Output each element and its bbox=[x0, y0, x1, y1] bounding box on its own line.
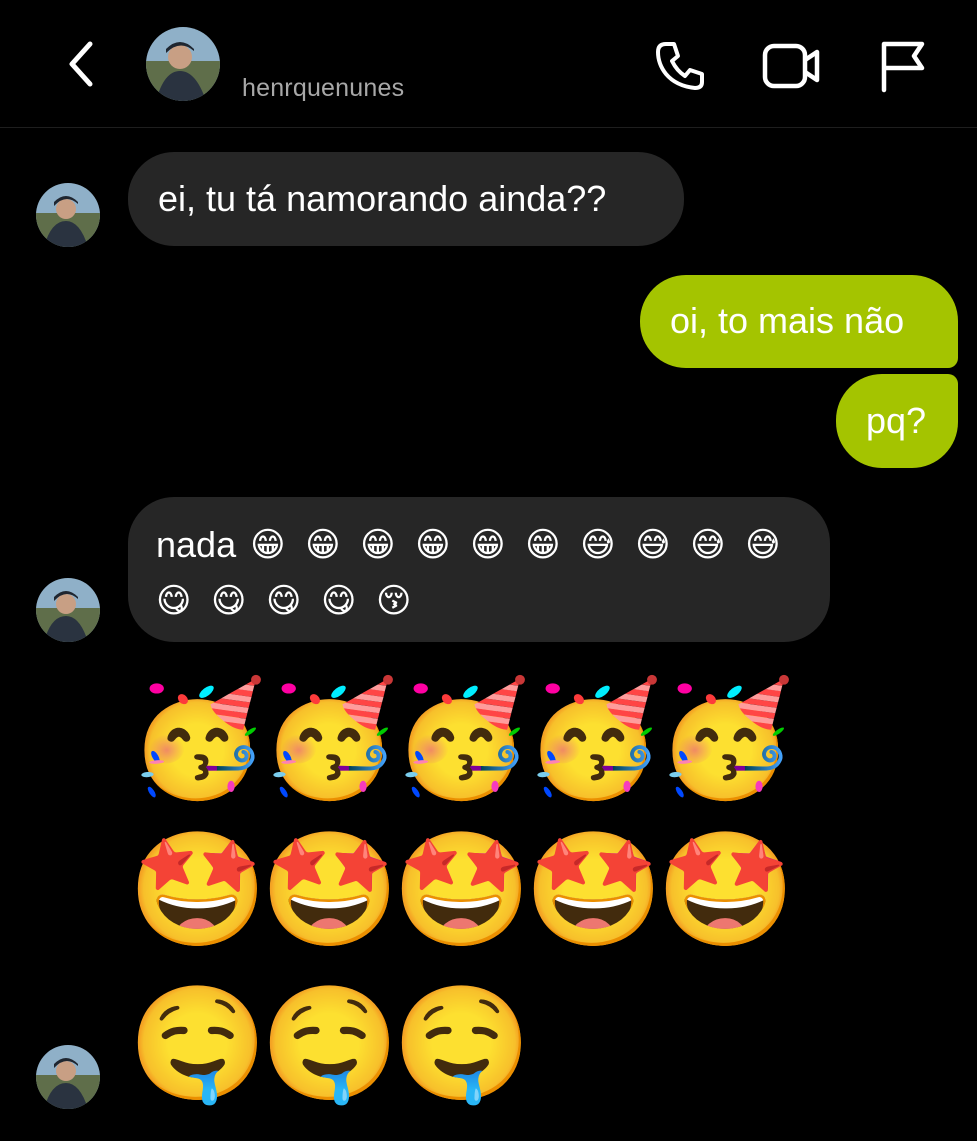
emoji-message[interactable]: 🤤 🤤 🤤 bbox=[128, 981, 532, 1106]
sweat-smile-emoji: 😅 bbox=[690, 526, 726, 564]
message-text: nada bbox=[156, 524, 237, 565]
message-bubble-incoming[interactable]: ei, tu tá namorando ainda?? bbox=[128, 152, 684, 246]
username[interactable]: henrquenunes bbox=[242, 74, 404, 103]
yum-emoji: 😋 bbox=[156, 582, 192, 620]
emoji-message[interactable]: 🥳 🥳 🥳 🥳 🥳 bbox=[128, 676, 796, 801]
grin-emoji: 😁 bbox=[470, 526, 506, 564]
drooling-face-emoji: 🤤 bbox=[128, 981, 268, 1106]
header-avatar[interactable] bbox=[146, 27, 220, 101]
partying-face-emoji: 🥳 bbox=[128, 676, 268, 801]
sweat-smile-emoji: 😅 bbox=[745, 526, 781, 564]
message-bubble-incoming[interactable]: nada 😁 😁 😁 😁 😁 😁 😅 😅 😅 😅 😋 😋 😋 😋 😚 bbox=[128, 497, 830, 642]
partying-face-emoji: 🥳 bbox=[392, 676, 532, 801]
sender-avatar[interactable] bbox=[36, 183, 100, 247]
call-button[interactable] bbox=[652, 38, 708, 94]
video-call-button[interactable] bbox=[762, 40, 822, 92]
star-struck-emoji: 🤩 bbox=[392, 827, 532, 952]
yum-emoji: 😋 bbox=[266, 582, 302, 620]
star-struck-emoji: 🤩 bbox=[128, 827, 268, 952]
message-line: 😋 😋 😋 😋 😚 bbox=[156, 577, 802, 625]
star-struck-emoji: 🤩 bbox=[260, 827, 400, 952]
sender-avatar[interactable] bbox=[36, 1045, 100, 1109]
sweat-smile-emoji: 😅 bbox=[580, 526, 616, 564]
back-button[interactable] bbox=[60, 38, 104, 90]
flag-icon bbox=[881, 41, 925, 93]
yum-emoji: 😋 bbox=[321, 582, 357, 620]
grin-emoji: 😁 bbox=[360, 526, 396, 564]
report-button[interactable] bbox=[878, 38, 928, 94]
chevron-left-icon bbox=[69, 41, 93, 87]
message-line: nada 😁 😁 😁 😁 😁 😁 😅 😅 😅 😅 bbox=[156, 521, 802, 569]
star-struck-emoji: 🤩 bbox=[656, 827, 796, 952]
sender-avatar[interactable] bbox=[36, 578, 100, 642]
grin-emoji: 😁 bbox=[250, 526, 286, 564]
partying-face-emoji: 🥳 bbox=[524, 676, 664, 801]
drooling-face-emoji: 🤤 bbox=[260, 981, 400, 1106]
grin-emoji: 😁 bbox=[305, 526, 341, 564]
partying-face-emoji: 🥳 bbox=[656, 676, 796, 801]
star-struck-emoji: 🤩 bbox=[524, 827, 664, 952]
sweat-smile-emoji: 😅 bbox=[635, 526, 671, 564]
video-camera-icon bbox=[762, 43, 820, 89]
grin-emoji: 😁 bbox=[525, 526, 561, 564]
kissing-emoji: 😚 bbox=[376, 582, 412, 620]
grin-emoji: 😁 bbox=[415, 526, 451, 564]
yum-emoji: 😋 bbox=[211, 582, 247, 620]
message-bubble-outgoing[interactable]: oi, to mais não bbox=[640, 275, 958, 368]
emoji-message[interactable]: 🤩 🤩 🤩 🤩 🤩 bbox=[128, 827, 796, 952]
message-bubble-outgoing[interactable]: pq? bbox=[836, 374, 958, 468]
phone-icon bbox=[656, 42, 704, 90]
partying-face-emoji: 🥳 bbox=[260, 676, 400, 801]
drooling-face-emoji: 🤤 bbox=[392, 981, 532, 1106]
